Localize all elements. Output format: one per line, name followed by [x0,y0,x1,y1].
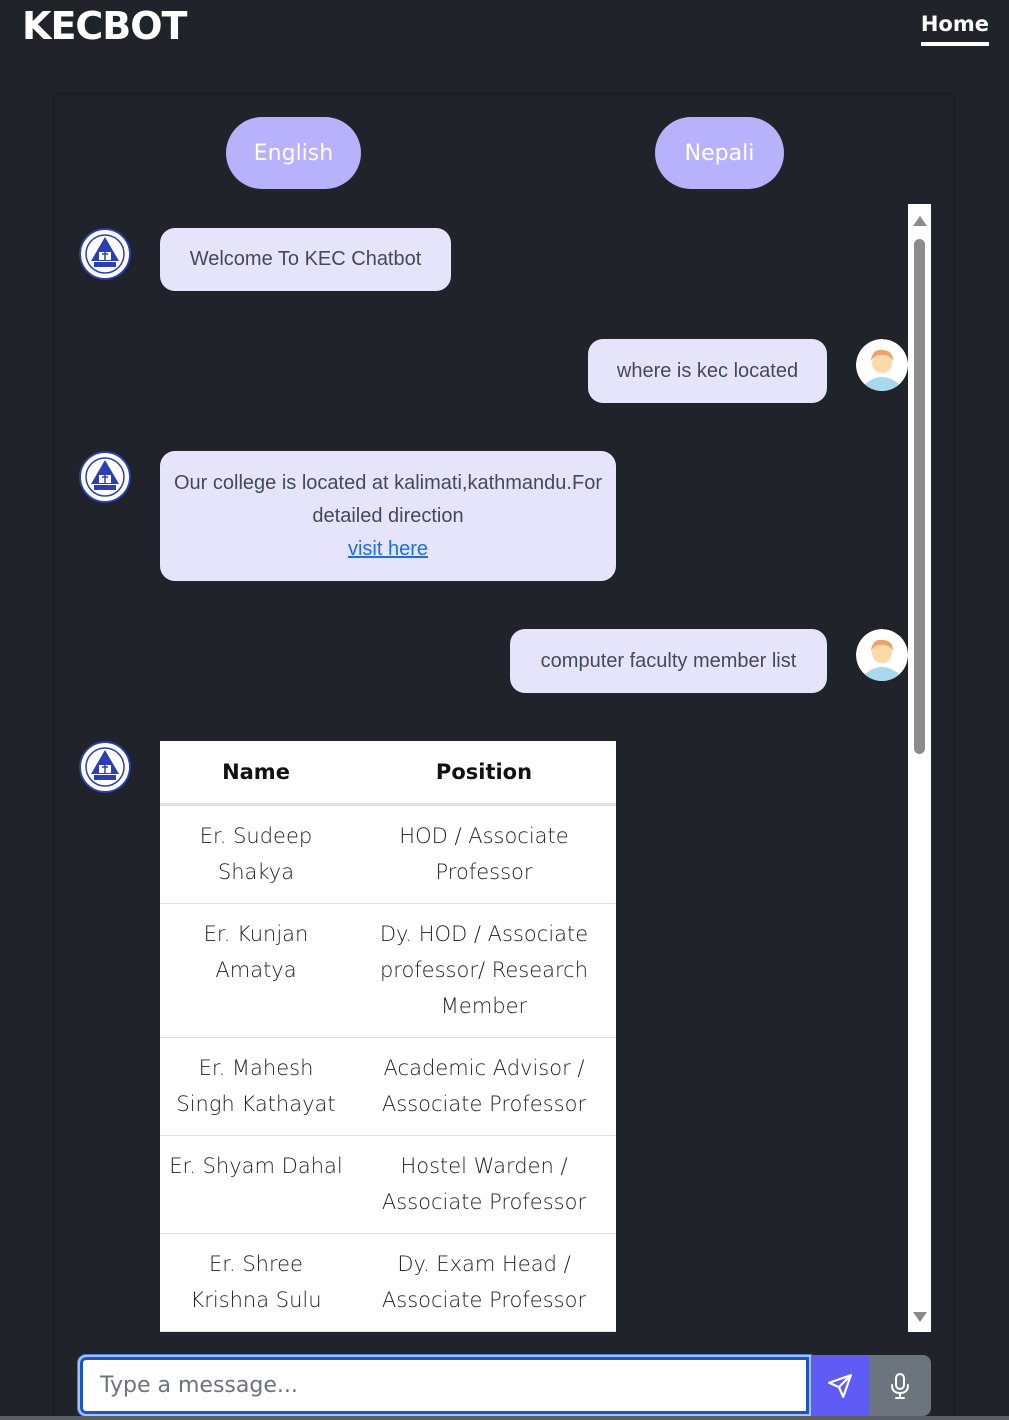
faculty-position: Hostel Warden / Associate Professor [352,1135,616,1234]
nepali-language-button[interactable]: Nepali [655,117,784,189]
user-message-bubble: where is kec located [588,339,827,403]
faculty-name: Er. Kunjan Amatya [160,903,352,1038]
user-message-bubble: computer faculty member list [510,629,827,693]
scrollbar-thumb[interactable] [914,239,925,754]
table-row: Er. Mahesh Singh Kathayat Academic Advis… [160,1037,616,1136]
user-avatar-icon [856,629,908,681]
table-row: Er. Kunjan Amatya Dy. HOD / Associate pr… [160,903,616,1038]
scroll-up-arrow-icon[interactable] [913,216,927,226]
faculty-table: Name Position Er. Sudeep Shakya HOD / As… [160,741,616,1332]
college-logo-icon [79,741,131,793]
user-avatar-icon [856,339,908,391]
message-composer [78,1355,931,1416]
bot-message-text: Welcome To KEC Chatbot [189,248,422,270]
faculty-position: Academic Advisor / Associate Professor [352,1037,616,1136]
faculty-name: Er. Mahesh Singh Kathayat [160,1037,352,1136]
college-logo-icon [79,228,131,280]
chat-scrollbar[interactable] [908,204,931,1332]
user-message-text: where is kec located [616,359,799,382]
faculty-position: HOD / Associate Professor [352,804,616,904]
table-row: Er. Shyam Dahal Hostel Warden / Associat… [160,1135,616,1234]
message-input[interactable] [78,1355,811,1416]
college-logo-icon [79,451,131,503]
send-button[interactable] [811,1355,869,1416]
navbar: KECBOT Home [0,0,1009,60]
brand-logo-text[interactable]: KECBOT [22,4,187,48]
scroll-down-arrow-icon[interactable] [913,1312,927,1322]
english-language-button[interactable]: English [226,117,361,189]
table-row: Er. Shree Krishna Sulu Dy. Exam Head / A… [160,1233,616,1332]
faculty-position: Dy. Exam Head / Associate Professor [352,1233,616,1332]
microphone-button[interactable] [869,1355,931,1416]
window-bottom-edge [0,1416,1009,1420]
send-icon [828,1373,852,1398]
bot-message-bubble: Our college is located at kalimati,kathm… [160,451,616,581]
bot-message-text: Our college is located at kalimati,kathm… [174,471,602,527]
nav-home-link[interactable]: Home [920,12,989,46]
column-header-position: Position [352,741,616,806]
table-row: Er. Sudeep Shakya HOD / Associate Profes… [160,804,616,904]
microphone-icon [891,1372,909,1399]
bot-message-bubble: Welcome To KEC Chatbot [160,228,451,291]
column-header-name: Name [160,741,352,806]
user-message-text: computer faculty member list [540,649,797,672]
direction-link[interactable]: visit here [348,533,428,566]
table-header-row: Name Position [160,741,616,806]
faculty-name: Er. Shree Krishna Sulu [160,1233,352,1332]
faculty-name: Er. Shyam Dahal [160,1135,352,1234]
faculty-position: Dy. HOD / Associate professor/ Research … [352,903,616,1038]
faculty-name: Er. Sudeep Shakya [160,804,352,904]
